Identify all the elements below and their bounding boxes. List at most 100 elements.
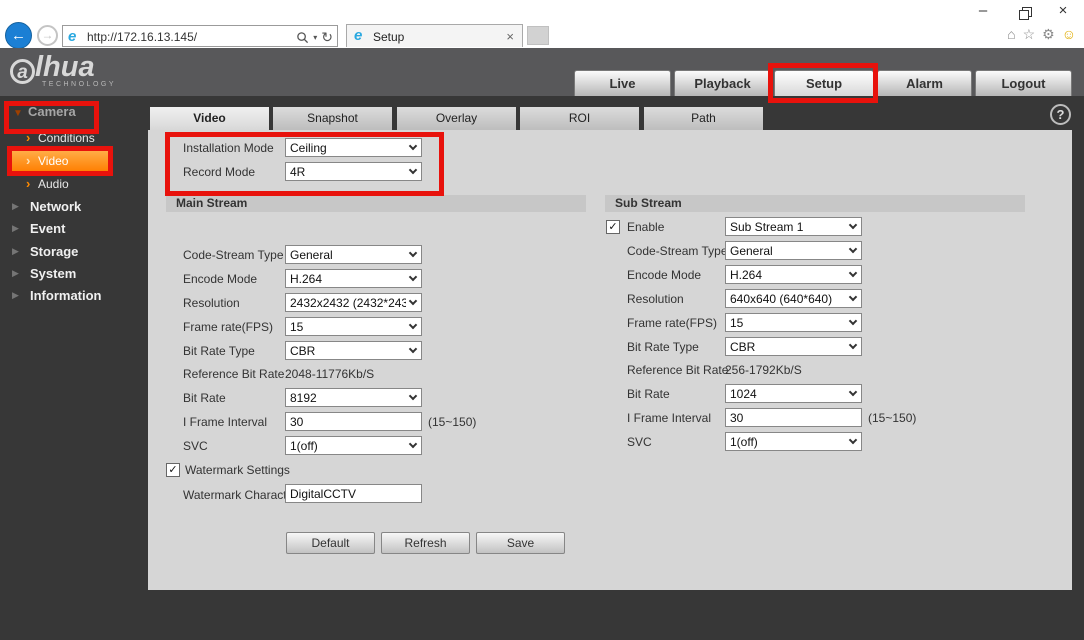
- close-window-icon[interactable]: ×: [1052, 2, 1074, 19]
- home-icon[interactable]: ⌂: [1007, 26, 1015, 43]
- sidebar-item-video[interactable]: Video: [38, 154, 68, 168]
- system-collapsed-icon[interactable]: ▶: [12, 268, 19, 279]
- help-icon[interactable]: ?: [1050, 104, 1071, 125]
- watermark-character-input[interactable]: [285, 484, 422, 503]
- chevron-down-icon: [408, 296, 418, 306]
- ss-resolution-label: Resolution: [627, 292, 684, 306]
- screen: – × ← → e http://172.16.13.145/ ▾ ↻ e Se…: [0, 0, 1084, 640]
- conditions-arrow-icon: ›: [26, 130, 31, 145]
- new-tab-button[interactable]: [527, 26, 549, 45]
- tab-favicon-ie-icon: e: [354, 27, 363, 44]
- sub-stream-header: Sub Stream: [605, 195, 1025, 212]
- tab-video[interactable]: Video: [150, 107, 269, 130]
- default-button[interactable]: Default: [286, 532, 375, 554]
- nav-setup-button[interactable]: Setup: [774, 70, 874, 96]
- ms-frame-rate-select[interactable]: 15: [285, 317, 422, 336]
- ms-resolution-select[interactable]: 2432x2432 (2432*2432): [285, 293, 422, 312]
- ie-icon: e: [68, 28, 77, 45]
- sidebar-item-conditions[interactable]: Conditions: [38, 131, 95, 145]
- ss-enable-label: Enable: [627, 220, 665, 234]
- camera-expanded-icon[interactable]: ▼: [13, 108, 23, 119]
- chevron-down-icon: [408, 391, 418, 401]
- nav-playback-button[interactable]: Playback: [674, 70, 771, 96]
- page-refresh-icon[interactable]: ↻: [321, 29, 333, 46]
- ms-code-stream-type-select[interactable]: General: [285, 245, 422, 264]
- installation-mode-label: Installation Mode: [183, 141, 274, 155]
- tab-roi[interactable]: ROI: [520, 107, 639, 130]
- sidebar-item-information[interactable]: Information: [30, 288, 102, 303]
- logo-tagline: TECHNOLOGY: [42, 81, 117, 88]
- back-button[interactable]: ←: [5, 22, 32, 49]
- nav-alarm-button[interactable]: Alarm: [877, 70, 972, 96]
- browser-tab-setup[interactable]: e Setup ×: [346, 24, 523, 47]
- sub-stream-enable-checkbox[interactable]: ✓: [606, 220, 620, 234]
- sidebar-item-camera[interactable]: Camera: [28, 104, 76, 119]
- dahua-logo: a lhua TECHNOLOGY: [10, 51, 116, 88]
- address-bar[interactable]: e http://172.16.13.145/ ▾ ↻: [62, 25, 338, 47]
- logo-text: lhua: [35, 51, 95, 83]
- tab-overlay[interactable]: Overlay: [397, 107, 516, 130]
- ms-bit-rate-select[interactable]: 8192: [285, 388, 422, 407]
- ms-reference-bit-rate-value: 2048-11776Kb/S: [285, 367, 375, 381]
- sidebar-item-event[interactable]: Event: [30, 221, 65, 236]
- network-collapsed-icon[interactable]: ▶: [12, 201, 19, 212]
- ss-bit-rate-select[interactable]: 1024: [725, 384, 862, 403]
- feedback-smiley-icon[interactable]: ☺: [1062, 26, 1076, 43]
- nav-live-button[interactable]: Live: [574, 70, 671, 96]
- ms-bit-rate-type-select[interactable]: CBR: [285, 341, 422, 360]
- ms-encode-mode-label: Encode Mode: [183, 272, 258, 286]
- sidebar-item-storage[interactable]: Storage: [30, 244, 78, 259]
- ms-encode-mode-select[interactable]: H.264: [285, 269, 422, 288]
- ms-i-frame-interval-input[interactable]: [285, 412, 422, 431]
- chevron-down-icon: [848, 244, 858, 254]
- chevron-down-icon: [408, 165, 418, 175]
- tab-path[interactable]: Path: [644, 107, 763, 130]
- chevron-down-icon: [848, 316, 858, 326]
- information-collapsed-icon[interactable]: ▶: [12, 290, 19, 301]
- ss-code-stream-type-select[interactable]: General: [725, 241, 862, 260]
- ss-svc-label: SVC: [627, 435, 652, 449]
- ss-frame-rate-select[interactable]: 15: [725, 313, 862, 332]
- search-icon[interactable]: [296, 31, 309, 44]
- address-dropdown-icon[interactable]: ▾: [313, 33, 317, 42]
- nav-logout-button[interactable]: Logout: [975, 70, 1072, 96]
- sidebar-item-audio[interactable]: Audio: [38, 177, 69, 191]
- event-collapsed-icon[interactable]: ▶: [12, 223, 19, 234]
- sidebar-item-system[interactable]: System: [30, 266, 76, 281]
- window-titlebar: – ×: [0, 0, 1084, 24]
- watermark-character-label: Watermark Character: [183, 488, 298, 502]
- ss-i-frame-range-note: (15~150): [868, 411, 917, 425]
- ss-bit-rate-label: Bit Rate: [627, 387, 670, 401]
- tab-close-icon[interactable]: ×: [506, 29, 514, 44]
- save-button[interactable]: Save: [476, 532, 565, 554]
- video-arrow-icon: ›: [26, 153, 31, 168]
- url-text[interactable]: http://172.16.13.145/: [87, 30, 197, 44]
- ms-bit-rate-label: Bit Rate: [183, 391, 226, 405]
- storage-collapsed-icon[interactable]: ▶: [12, 246, 19, 257]
- ms-i-frame-interval-label: I Frame Interval: [183, 415, 268, 429]
- installation-mode-select[interactable]: Ceiling: [285, 138, 422, 157]
- ss-i-frame-interval-input[interactable]: [725, 408, 862, 427]
- tab-snapshot[interactable]: Snapshot: [273, 107, 392, 130]
- gear-icon[interactable]: ⚙: [1042, 26, 1055, 43]
- chevron-down-icon: [848, 340, 858, 350]
- restore-window-icon[interactable]: [1019, 7, 1032, 20]
- favorites-star-icon[interactable]: ☆: [1023, 26, 1036, 43]
- ms-svc-select[interactable]: 1(off): [285, 436, 422, 455]
- sidebar-item-network[interactable]: Network: [30, 199, 81, 214]
- sidebar-item-video-highlight[interactable]: › Video: [12, 149, 109, 172]
- ss-svc-select[interactable]: 1(off): [725, 432, 862, 451]
- chevron-down-icon: [408, 248, 418, 258]
- ss-enable-select[interactable]: Sub Stream 1: [725, 217, 862, 236]
- ss-resolution-select[interactable]: 640x640 (640*640): [725, 289, 862, 308]
- refresh-button[interactable]: Refresh: [381, 532, 470, 554]
- minimize-window-icon[interactable]: –: [972, 2, 994, 19]
- ss-encode-mode-select[interactable]: H.264: [725, 265, 862, 284]
- chevron-down-icon: [848, 387, 858, 397]
- forward-button[interactable]: →: [37, 25, 58, 46]
- chevron-down-icon: [408, 320, 418, 330]
- record-mode-select[interactable]: 4R: [285, 162, 422, 181]
- watermark-settings-checkbox[interactable]: ✓: [166, 463, 180, 477]
- ms-code-stream-type-label: Code-Stream Type: [183, 248, 284, 262]
- ss-bit-rate-type-select[interactable]: CBR: [725, 337, 862, 356]
